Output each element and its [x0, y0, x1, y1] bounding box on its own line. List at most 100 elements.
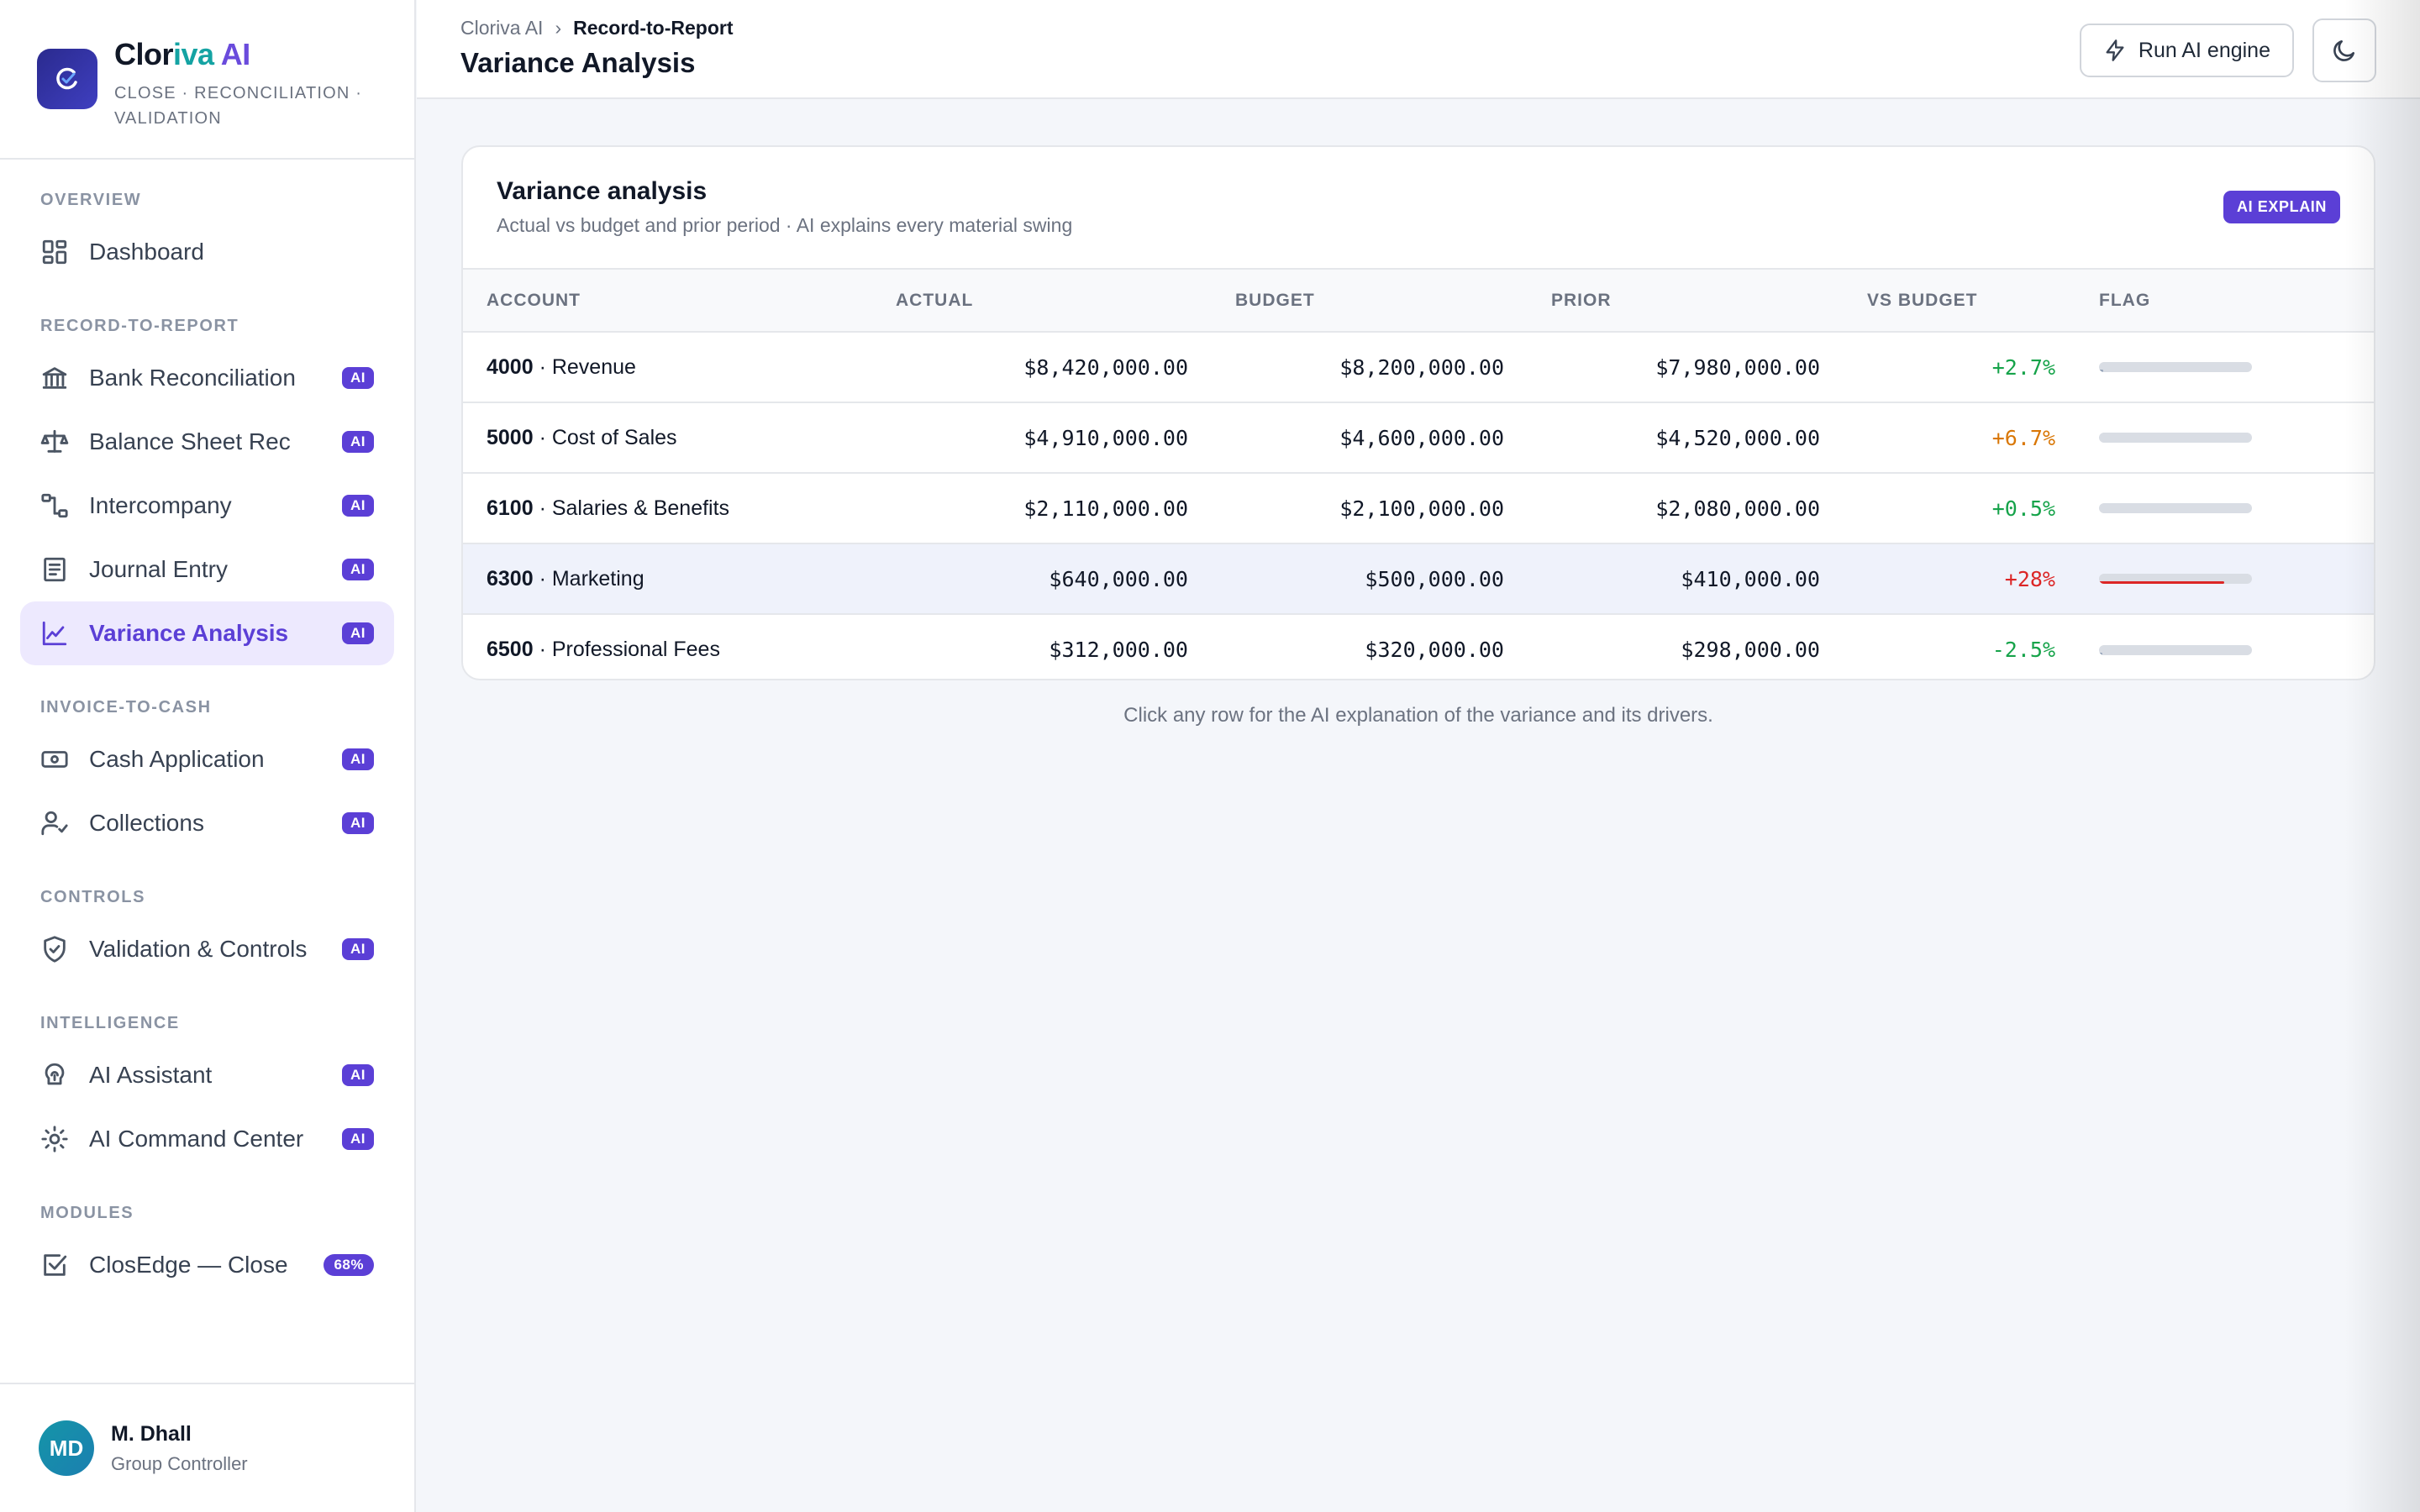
cell-actual: $2,110,000.00: [1023, 496, 1188, 521]
cell-vs-budget: +2.7%: [1991, 354, 2055, 380]
cash-icon: [40, 745, 69, 774]
run-ai-engine-button[interactable]: Run AI engine: [2079, 24, 2294, 77]
cell-vs-budget: -2.5%: [1991, 638, 2055, 662]
sidebar-item-validation-controls[interactable]: Validation & Controls AI: [20, 917, 394, 981]
cell-account: 4000 · Revenue: [463, 332, 896, 402]
sidebar-item-closedge-close[interactable]: ClosEdge — Close 68%: [20, 1233, 394, 1297]
sidebar-item-journal-entry[interactable]: Journal Entry AI: [20, 538, 394, 601]
brand-logo[interactable]: [37, 49, 97, 109]
account-code: 6500: [487, 638, 534, 661]
account-code: 5000: [487, 425, 534, 449]
cell-vs-budget: +6.7%: [1991, 425, 2055, 450]
ai-badge: AI: [342, 938, 374, 960]
nav-section-overview: OVERVIEW: [40, 191, 142, 209]
flag-bar: [2099, 574, 2252, 584]
col-header-account[interactable]: ACCOUNT: [463, 270, 896, 333]
sidebar-item-balance-sheet-rec[interactable]: Balance Sheet Rec AI: [20, 410, 394, 474]
card-subtitle: Actual vs budget and prior period · AI e…: [497, 214, 1073, 236]
ai-badge: AI: [342, 559, 374, 580]
cell-budget: $4,600,000.00: [1339, 425, 1504, 450]
flag-bar-fill: [2099, 652, 2102, 655]
progress-badge: 68%: [324, 1254, 374, 1276]
cell-vs-budget: +0.5%: [1991, 496, 2055, 521]
col-header-prior[interactable]: PRIOR: [1528, 270, 1844, 333]
cell-flag: [2079, 402, 2374, 473]
brand-name: Cloriva AI: [114, 37, 250, 71]
breadcrumb-current: Record-to-Report: [573, 17, 734, 39]
table-row[interactable]: 4000 · Revenue $8,420,000.00 $8,200,000.00…: [463, 332, 2374, 402]
sidebar-item-ai-assistant[interactable]: AI Assistant AI: [20, 1043, 394, 1107]
breadcrumb: Cloriva AI › Record-to-Report: [460, 17, 734, 39]
account-name: Salaries & Benefits: [551, 496, 730, 520]
sidebar-item-label: AI Assistant: [89, 1062, 213, 1088]
sidebar-item-dashboard[interactable]: Dashboard: [20, 220, 394, 284]
ai-badge: AI: [342, 1128, 374, 1150]
ai-explain-badge: AI EXPLAIN: [2223, 191, 2340, 223]
cell-budget: $2,100,000.00: [1339, 496, 1504, 521]
checkbox-icon: [40, 1251, 69, 1279]
ai-badge: AI: [342, 622, 374, 644]
dashboard-icon: [40, 238, 69, 266]
cell-prior: $298,000.00: [1681, 638, 1820, 662]
journal-icon: [40, 555, 69, 584]
user-profile[interactable]: MD M. Dhall Group Controller: [0, 1383, 414, 1512]
account-code: 6100: [487, 496, 534, 520]
lightning-icon: [2106, 39, 2124, 61]
nav-section-controls: CONTROLS: [40, 888, 146, 906]
cell-prior: $410,000.00: [1681, 566, 1820, 591]
cell-account: 6300 · Marketing: [463, 543, 896, 614]
table-row[interactable]: 5000 · Cost of Sales $4,910,000.00 $4,600,…: [463, 402, 2374, 473]
account-separator: ·: [533, 425, 552, 449]
user-check-icon: [40, 809, 69, 837]
cell-budget: $320,000.00: [1365, 638, 1504, 662]
sidebar-item-bank-reconciliation[interactable]: Bank Reconciliation AI: [20, 346, 394, 410]
variance-card: Variance analysis Actual vs budget and p…: [461, 145, 2375, 680]
account-separator: ·: [533, 566, 552, 591]
sidebar-item-label: Variance Analysis: [89, 620, 289, 646]
sidebar-item-label: Intercompany: [89, 492, 232, 518]
user-name: M. Dhall: [111, 1421, 192, 1446]
col-header-budget[interactable]: BUDGET: [1212, 270, 1528, 333]
theme-toggle-button[interactable]: [2312, 18, 2376, 82]
cell-flag: [2079, 614, 2374, 679]
cell-prior: $2,080,000.00: [1655, 496, 1820, 521]
cell-actual: $640,000.00: [1049, 566, 1188, 591]
flag-bar: [2099, 644, 2252, 655]
flag-bar-fill: [2099, 370, 2104, 372]
sidebar-item-variance-analysis[interactable]: Variance Analysis AI: [20, 601, 394, 665]
cell-actual: $4,910,000.00: [1023, 425, 1188, 450]
sidebar-item-cash-application[interactable]: Cash Application AI: [20, 727, 394, 791]
ai-badge: AI: [342, 431, 374, 453]
table-row[interactable]: 6300 · Marketing $640,000.00 $500,000.00 $4…: [463, 543, 2374, 614]
cell-account: 6100 · Salaries & Benefits: [463, 473, 896, 543]
account-name: Marketing: [551, 566, 644, 591]
table-row[interactable]: 6100 · Salaries & Benefits $2,110,000.00 $…: [463, 473, 2374, 543]
col-header-actual[interactable]: ACTUAL: [896, 270, 1212, 333]
nav-section-record-to-report: RECORD-TO-REPORT: [40, 317, 239, 335]
sidebar-item-label: AI Command Center: [89, 1126, 304, 1152]
breadcrumb-separator: ›: [555, 17, 562, 39]
shield-check-icon: [40, 935, 69, 963]
chart-line-icon: [40, 619, 69, 648]
sidebar-item-ai-command-center[interactable]: AI Command Center AI: [20, 1107, 394, 1171]
col-header-flag[interactable]: FLAG: [2079, 270, 2374, 333]
ai-badge: AI: [342, 367, 374, 389]
logo-icon: [56, 67, 77, 90]
flow-icon: [40, 491, 69, 520]
sidebar-item-intercompany[interactable]: Intercompany AI: [20, 474, 394, 538]
cell-flag: [2079, 332, 2374, 402]
col-header-vs-budget[interactable]: VS BUDGET: [1844, 270, 2079, 333]
ai-badge: AI: [342, 1064, 374, 1086]
account-code: 6300: [487, 566, 534, 591]
run-ai-engine-label: Run AI engine: [2138, 38, 2270, 62]
table-header-row: ACCOUNT ACTUAL BUDGET PRIOR VS BUDGET FL…: [463, 270, 2374, 333]
cell-vs-budget: +28%: [2004, 566, 2055, 591]
sidebar: Cloriva AI CLOSE · RECONCILIATION · VALI…: [0, 0, 416, 1512]
sidebar-item-collections[interactable]: Collections AI: [20, 791, 394, 855]
breadcrumb-root[interactable]: Cloriva AI: [460, 17, 543, 39]
account-name: Professional Fees: [551, 638, 720, 661]
sidebar-item-label: Validation & Controls: [89, 936, 308, 962]
flag-bar: [2099, 362, 2252, 372]
account-name: Revenue: [551, 354, 636, 379]
table-row[interactable]: 6500 · Professional Fees $312,000.00 $320,…: [463, 614, 2374, 679]
